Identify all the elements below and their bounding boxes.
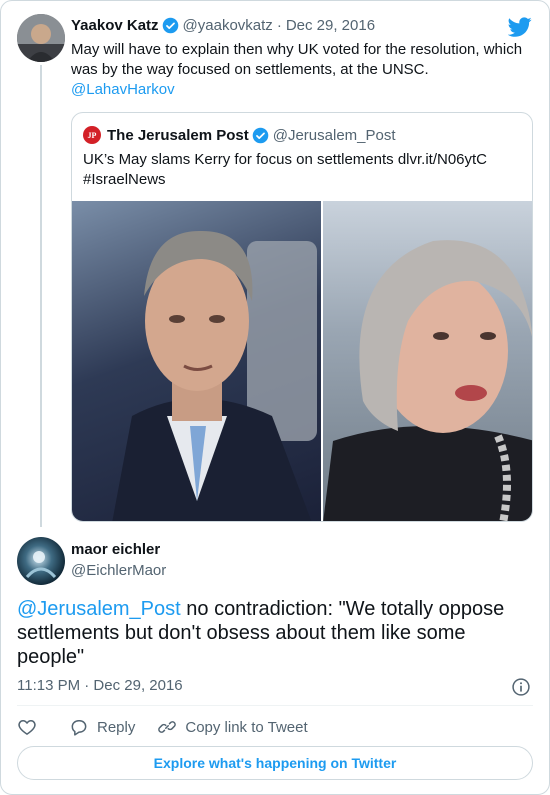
author-name[interactable]: maor eichler: [71, 541, 160, 558]
mention-link[interactable]: @Jerusalem_Post: [17, 598, 181, 620]
info-icon[interactable]: [511, 677, 531, 697]
divider: [17, 705, 533, 706]
jerusalem-post-logo-icon: JP: [83, 126, 101, 144]
twitter-bird-icon[interactable]: [508, 15, 532, 39]
parent-tweet-body: May will have to explain then why UK vot…: [71, 41, 523, 78]
like-button[interactable]: [17, 717, 37, 737]
heart-icon: [18, 720, 36, 735]
separator-dot: ·: [276, 17, 282, 34]
quoted-tweet-header: JP The Jerusalem Post @Jerusalem_Post: [83, 126, 396, 144]
reply-label: Reply: [97, 718, 136, 736]
explore-twitter-button[interactable]: Explore what's happening on Twitter: [17, 746, 533, 780]
copy-link-label: Copy link to Tweet: [185, 718, 308, 736]
author-handle[interactable]: @yaakovkatz: [183, 17, 273, 34]
reply-tweet-text: @Jerusalem_Post no contradiction: "We to…: [17, 597, 527, 669]
author-name[interactable]: Yaakov Katz: [71, 17, 159, 34]
verified-badge-icon: [162, 17, 178, 34]
quoted-author-handle[interactable]: @Jerusalem_Post: [273, 127, 396, 144]
tweet-date[interactable]: Dec 29, 2016: [286, 17, 375, 34]
parent-tweet-text: May will have to explain then why UK vot…: [71, 40, 531, 100]
parent-tweet-header: Yaakov Katz @yaakovkatz · Dec 29, 2016: [71, 17, 375, 34]
photo-man-portrait[interactable]: [72, 201, 321, 521]
quoted-tweet-line: UK’s May slams Kerry for focus on settle…: [83, 151, 488, 168]
avatar[interactable]: [17, 537, 65, 585]
copy-link-button[interactable]: Copy link to Tweet: [157, 717, 308, 737]
embedded-tweet-card: Yaakov Katz @yaakovkatz · Dec 29, 2016 M…: [0, 0, 550, 795]
reply-button[interactable]: Reply: [69, 717, 135, 737]
reply-bubble-icon: [71, 720, 87, 736]
quoted-tweet-text: UK’s May slams Kerry for focus on settle…: [83, 150, 523, 190]
mention-link[interactable]: @LahavHarkov: [71, 80, 531, 100]
quoted-tweet[interactable]: JP The Jerusalem Post @Jerusalem_Post UK…: [71, 112, 533, 522]
thread-connector-line: [40, 65, 42, 527]
author-handle[interactable]: @EichlerMaor: [71, 562, 166, 579]
verified-badge-icon: [252, 127, 269, 143]
tweet-actions: Reply Copy link to Tweet: [17, 715, 330, 739]
link-icon: [158, 721, 177, 733]
avatar[interactable]: [17, 14, 65, 62]
quoted-author-name[interactable]: The Jerusalem Post: [107, 127, 249, 144]
photo-woman-portrait[interactable]: [322, 201, 532, 521]
tweet-timestamp[interactable]: 11:13 PM · Dec 29, 2016: [17, 677, 183, 694]
quoted-tweet-media[interactable]: [72, 201, 532, 521]
quoted-tweet-hashtag[interactable]: #IsraelNews: [83, 170, 523, 190]
